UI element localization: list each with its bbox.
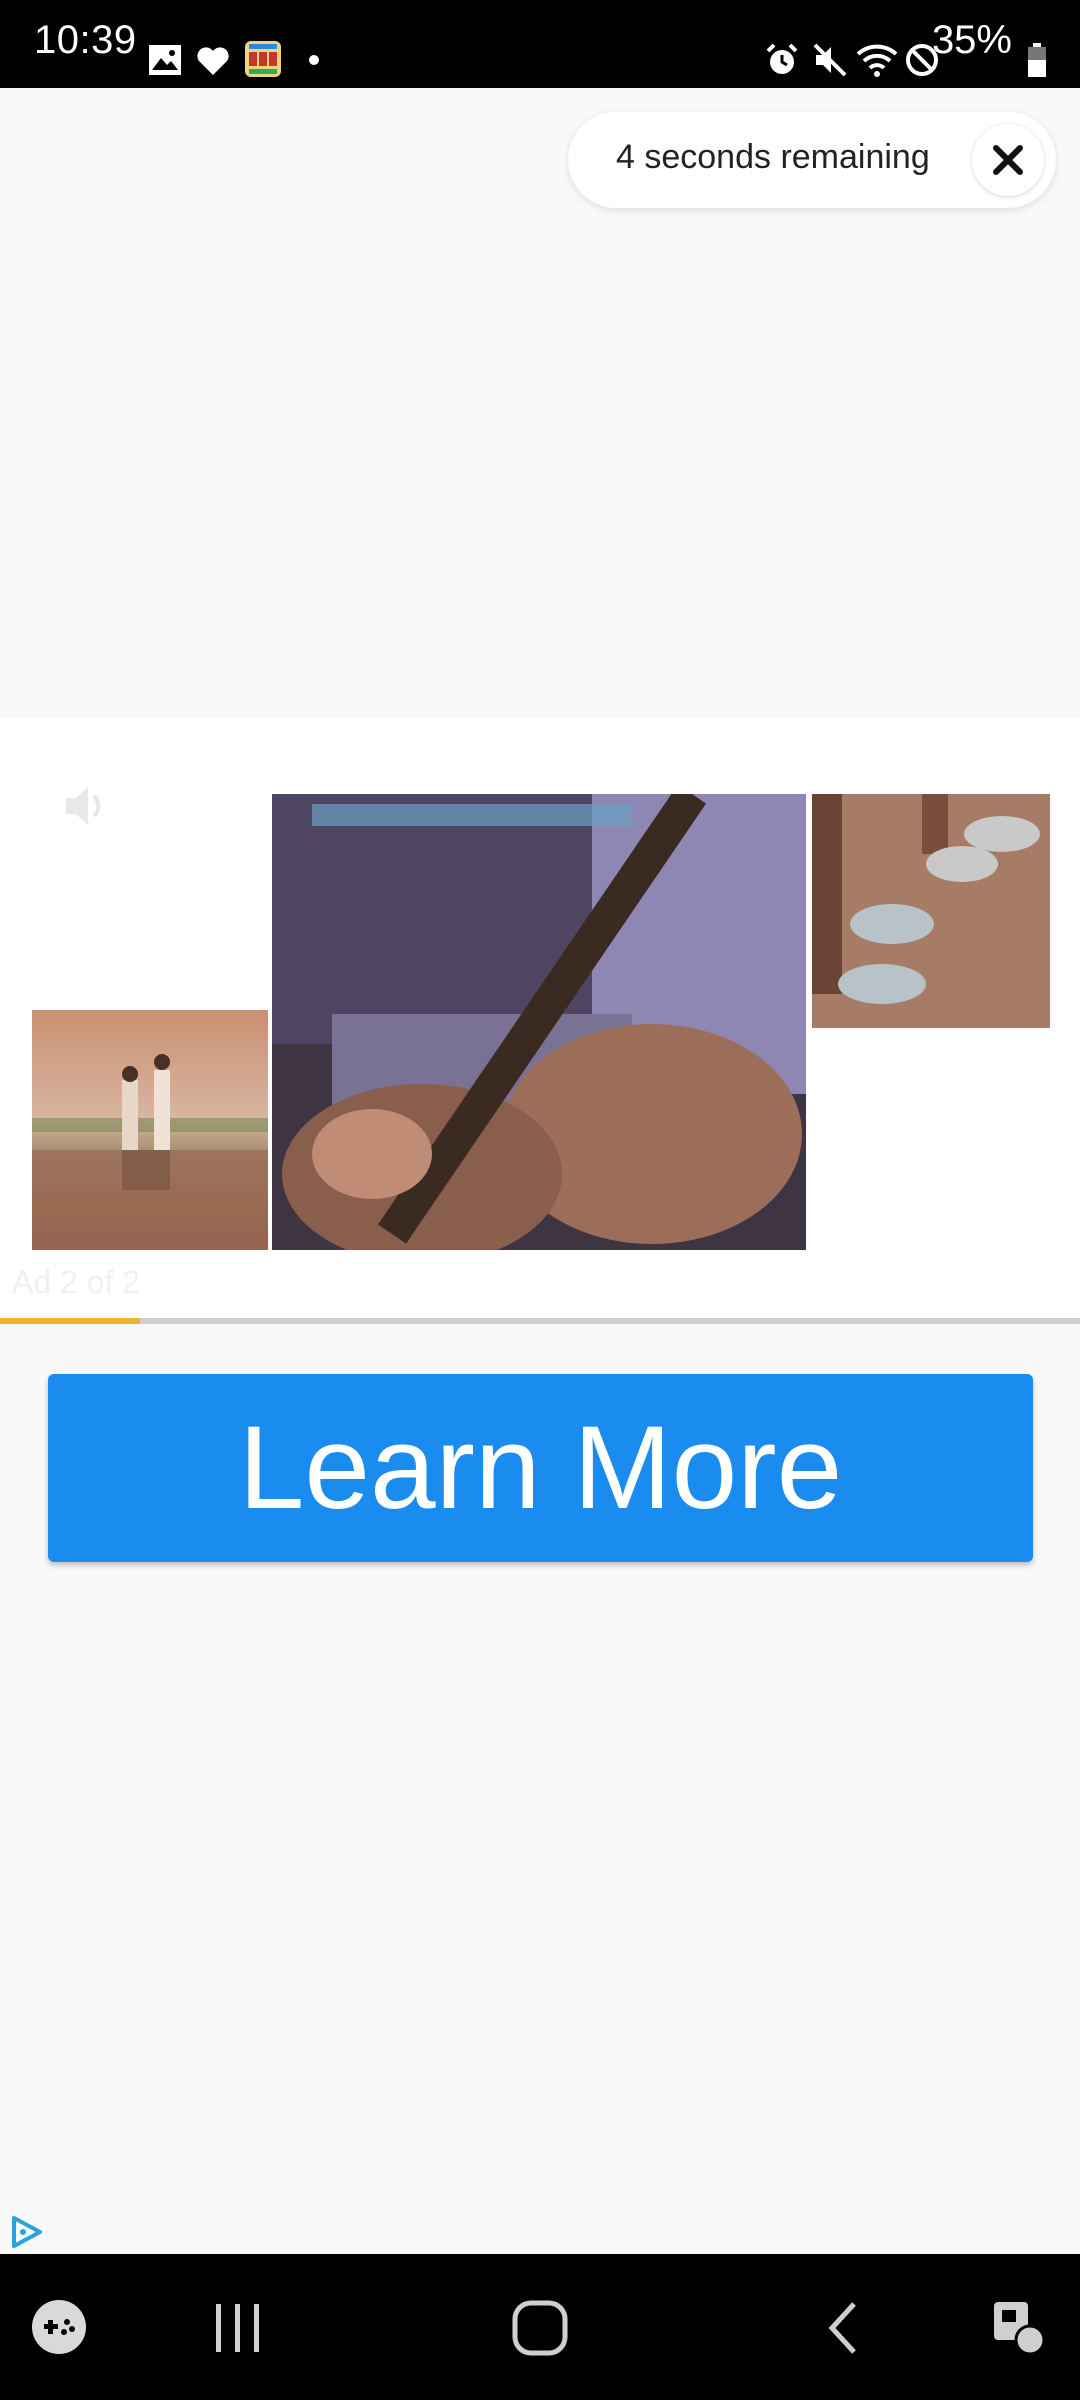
close-button[interactable] <box>972 124 1044 196</box>
feet-in-sandals-photo <box>812 794 1050 1028</box>
game-launcher-icon[interactable] <box>30 2298 88 2356</box>
recent-apps-icon[interactable] <box>210 2302 266 2354</box>
close-icon <box>993 145 1023 175</box>
battery-text: 35% <box>931 18 1012 62</box>
dot-icon <box>309 55 319 65</box>
countdown-pill: 4 seconds remaining <box>568 112 1056 208</box>
battery-icon <box>1028 43 1046 77</box>
status-time: 10:39 <box>34 18 137 62</box>
alarm-icon <box>766 43 798 74</box>
countdown-text: 4 seconds remaining <box>616 138 930 176</box>
speaker-icon <box>56 776 116 836</box>
ad-progress-fill <box>0 1318 141 1324</box>
wifi-icon <box>856 44 898 77</box>
sound-toggle[interactable] <box>54 774 118 843</box>
navigation-bar <box>0 2254 1080 2400</box>
home-icon[interactable] <box>510 2298 570 2358</box>
ad-media[interactable]: Ad 2 of 2 <box>0 718 1080 1318</box>
mute-icon <box>813 43 847 77</box>
learn-more-button[interactable]: Learn More <box>48 1374 1033 1562</box>
slots-app-icon <box>245 41 281 77</box>
ad-progress-track <box>0 1318 1080 1324</box>
ad-counter: Ad 2 of 2 <box>12 1264 141 1300</box>
heart-icon <box>197 47 229 75</box>
person-holding-paddle-photo <box>272 794 806 1250</box>
gallery-icon <box>149 45 181 75</box>
adchoices-icon[interactable] <box>8 2214 44 2250</box>
assistant-icon[interactable] <box>990 2298 1050 2358</box>
back-icon[interactable] <box>822 2300 866 2356</box>
couple-standing-photo <box>32 1010 268 1250</box>
status-bar: 10:39 35% <box>0 0 1080 88</box>
